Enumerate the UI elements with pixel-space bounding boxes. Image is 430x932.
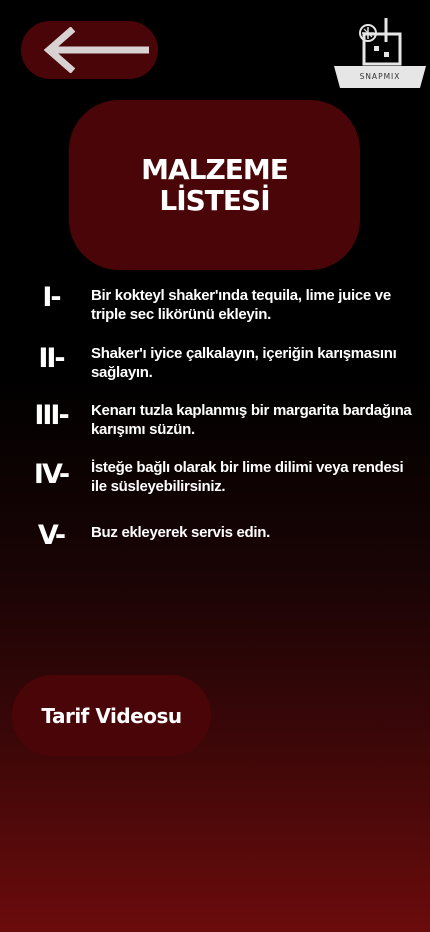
logo-text: SNAPMIX	[359, 72, 401, 81]
step-text: Kenarı tuzla kaplanmış bir margarita bar…	[91, 402, 412, 438]
step-text: İsteğe bağlı olarak bir lime dilimi veya…	[91, 459, 404, 495]
snapmix-logo: SNAPMIX	[334, 16, 426, 90]
step-number: III-	[34, 400, 69, 431]
step-number: V-	[37, 520, 66, 551]
step-number: II-	[38, 343, 65, 374]
step-text: Buz ekleyerek servis edin.	[91, 524, 270, 541]
step-number: IV-	[33, 459, 70, 490]
arrow-left-icon	[43, 27, 149, 73]
page-title: MALZEME LİSTESİ	[141, 153, 289, 217]
title-card: MALZEME LİSTESİ	[69, 100, 360, 270]
step-number: I-	[42, 282, 61, 313]
recipe-video-button[interactable]: Tarif Videosu	[12, 675, 211, 756]
step-text: Bir kokteyl shaker'ında tequila, lime ju…	[91, 287, 391, 323]
step-text: Shaker'ı iyice çalkalayın, içeriğin karı…	[91, 345, 397, 381]
back-button[interactable]	[21, 21, 158, 79]
